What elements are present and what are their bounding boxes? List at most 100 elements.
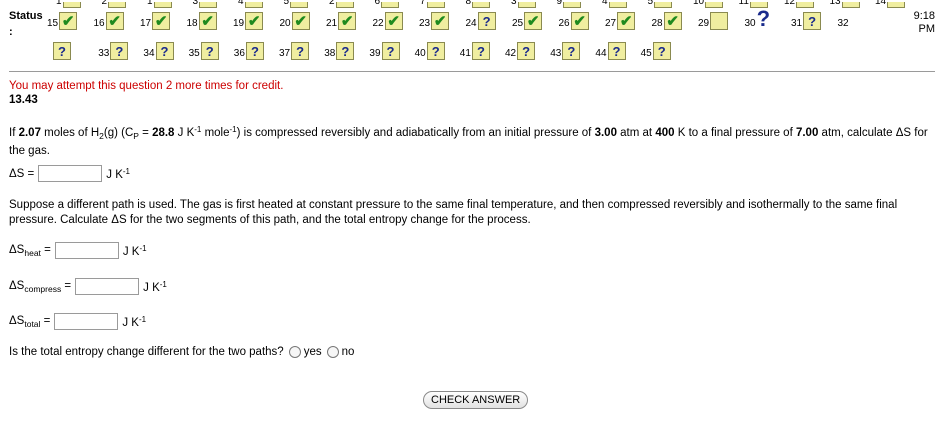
- question-status-box[interactable]: [199, 2, 218, 8]
- ds-heat-input[interactable]: [54, 242, 119, 259]
- paths-question-text: Is the total entropy change different fo…: [9, 346, 284, 358]
- question-status-box[interactable]: [153, 2, 172, 8]
- question-number-label: 22: [372, 18, 384, 29]
- ds-input[interactable]: [38, 165, 103, 182]
- ds-compress-input[interactable]: [75, 278, 140, 295]
- ds-total-row: ΔStotal = J K-1: [9, 313, 146, 330]
- question-status-box[interactable]: [608, 2, 627, 8]
- question-status-box[interactable]: [108, 2, 127, 8]
- status-cell: 5: [648, 0, 673, 8]
- question-status-box[interactable]: ✔: [245, 12, 264, 30]
- question-status-box[interactable]: [290, 2, 309, 8]
- ds-compress-row: ΔScompress = J K-1: [9, 278, 167, 295]
- check-icon: ✔: [201, 12, 214, 30]
- question-number-label: 10: [693, 0, 705, 7]
- current-question-icon[interactable]: ?: [757, 8, 770, 30]
- question-status-box[interactable]: [841, 2, 860, 8]
- question-status-box[interactable]: ✔: [291, 12, 310, 30]
- question-status-box[interactable]: [654, 2, 673, 8]
- status-cell: 22 ✔: [373, 10, 403, 30]
- question-number-label: 5: [647, 0, 654, 7]
- question-status-box[interactable]: ✔: [105, 12, 124, 30]
- question-status-box[interactable]: [426, 2, 445, 8]
- question-number-label: 20: [279, 18, 291, 29]
- ds-total-input[interactable]: [54, 313, 119, 330]
- initial-pressure: 3.00: [594, 127, 617, 139]
- question-status-box[interactable]: ?: [471, 42, 490, 60]
- question-number-label: 23: [419, 18, 431, 29]
- status-cell: 19 ✔: [233, 10, 264, 30]
- question-mark-icon: ?: [341, 43, 350, 59]
- question-status-box[interactable]: ?: [517, 42, 536, 60]
- status-cell: 39?: [369, 40, 400, 60]
- question-status-box[interactable]: ?: [291, 42, 310, 60]
- ds-total-unit: J K-1: [122, 314, 147, 329]
- question-number-label: 16: [93, 18, 105, 29]
- question-status-box[interactable]: [335, 2, 354, 8]
- question-number-label: 44: [595, 48, 607, 59]
- question-status-box[interactable]: [710, 12, 729, 30]
- status-cell: 4: [602, 0, 627, 8]
- question-status-box[interactable]: [887, 2, 906, 8]
- question-status-box[interactable]: ✔: [198, 12, 217, 30]
- no-radio[interactable]: [326, 346, 339, 358]
- question-status-box[interactable]: [62, 2, 81, 8]
- check-answer-button[interactable]: CHECK ANSWER: [423, 391, 529, 409]
- question-mark-icon: ?: [522, 43, 531, 59]
- question-number-label: 30: [744, 18, 756, 29]
- question-status-box[interactable]: ?: [426, 42, 445, 60]
- question-status-box[interactable]: ✔: [570, 12, 589, 30]
- question-number-label: 35: [188, 48, 200, 59]
- question-status-box[interactable]: ✔: [617, 12, 636, 30]
- question-status-box[interactable]: ✔: [384, 12, 403, 30]
- status-cell: 13: [830, 0, 860, 8]
- question-mark-icon: ?: [296, 43, 305, 59]
- question-status-box[interactable]: [244, 2, 263, 8]
- question-status-box[interactable]: ✔: [663, 12, 682, 30]
- question-status-box[interactable]: ?: [652, 42, 671, 60]
- question-status-box[interactable]: [381, 2, 400, 8]
- question-status-box[interactable]: ?: [381, 42, 400, 60]
- status-cell: 3: [193, 0, 218, 8]
- question-number-label: 42: [505, 48, 517, 59]
- question-status-box[interactable]: ?: [200, 42, 219, 60]
- status-cell: 3: [511, 0, 536, 8]
- question-number-label: 19: [233, 18, 245, 29]
- status-cell: 30?: [744, 8, 771, 30]
- question-status-box[interactable]: [705, 2, 724, 8]
- question-status-box[interactable]: ?: [562, 42, 581, 60]
- final-pressure: 7.00: [795, 127, 819, 139]
- check-icon: ✔: [247, 12, 261, 30]
- yes-label: yes: [303, 346, 322, 358]
- question-status-box[interactable]: ?: [155, 42, 174, 60]
- question-status-box[interactable]: ?: [607, 42, 626, 60]
- question-status-box[interactable]: ?: [53, 42, 71, 60]
- question-status-box[interactable]: ✔: [152, 12, 171, 30]
- question-status-box[interactable]: [563, 2, 582, 8]
- question-status-box[interactable]: ?: [110, 42, 129, 60]
- question-mark-icon: ?: [431, 43, 440, 59]
- question-status-box[interactable]: [517, 2, 536, 8]
- status-cell: 1: [56, 0, 81, 8]
- question-mark-icon: ?: [58, 43, 66, 59]
- question-number-label: 17: [140, 18, 152, 29]
- question-status-box[interactable]: ✔: [524, 12, 543, 30]
- paths-question: Is the total entropy change different fo…: [9, 346, 354, 358]
- question-number-label: 1: [147, 0, 153, 7]
- yes-radio[interactable]: [288, 346, 301, 358]
- status-cell: 28 ✔: [652, 10, 682, 30]
- question-status-box[interactable]: ?: [245, 42, 264, 60]
- status-cell: 33?: [98, 40, 129, 60]
- initial-temperature: 400: [655, 127, 675, 139]
- question-status-box[interactable]: ✔: [431, 12, 450, 30]
- question-status-box[interactable]: ?: [477, 12, 496, 30]
- question-status-box[interactable]: ?: [336, 42, 355, 60]
- question-status-box[interactable]: [472, 2, 491, 8]
- question-status-box[interactable]: ?: [803, 12, 822, 30]
- question-status-box[interactable]: ✔: [338, 12, 357, 30]
- question-number-label: 12: [784, 0, 796, 7]
- check-icon: ✔: [154, 12, 168, 30]
- question-number-label: 25: [512, 18, 524, 29]
- question-status-box[interactable]: [796, 2, 815, 8]
- question-status-box[interactable]: ✔: [59, 12, 78, 30]
